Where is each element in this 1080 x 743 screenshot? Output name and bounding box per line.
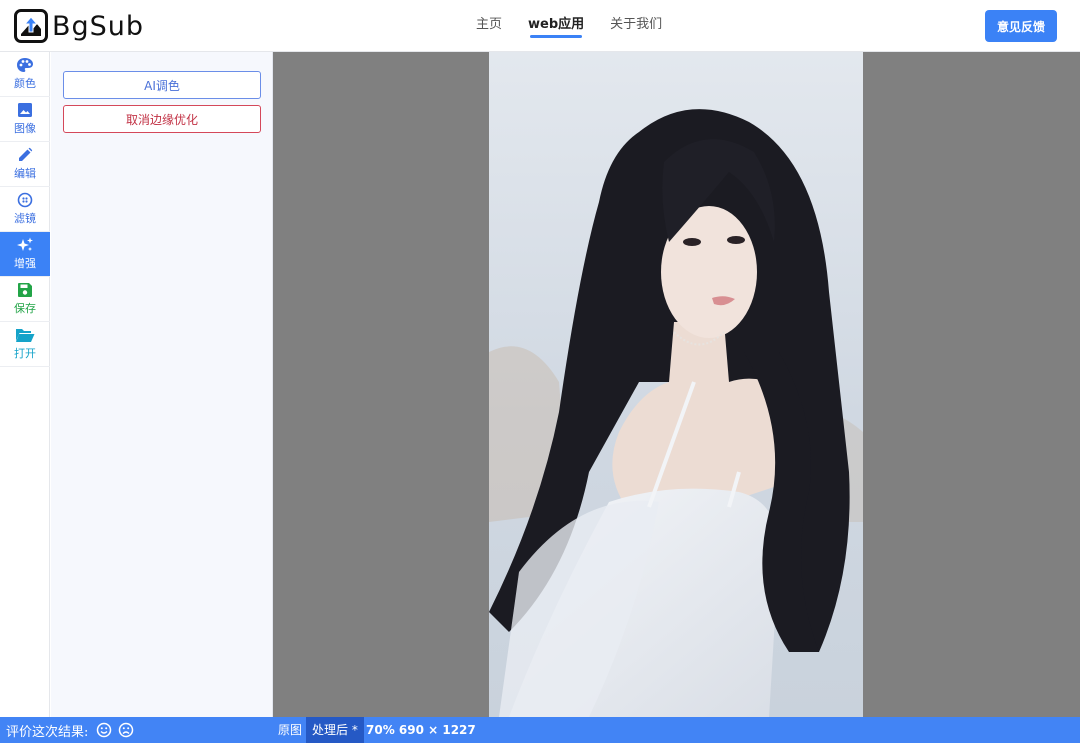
cancel-edge-optimization-button[interactable]: 取消边缘优化 [63,105,261,133]
sad-face-icon[interactable] [118,722,134,738]
tool-open[interactable]: 打开 [0,322,50,367]
tool-edit-label: 编辑 [14,167,36,180]
ai-color-button[interactable]: AI调色 [63,71,261,99]
pencil-icon [19,147,33,161]
header: BgSub 主页 web应用 关于我们 意见反馈 [0,0,1080,52]
tool-color[interactable]: 颜色 [0,52,50,97]
options-panel: AI调色 取消边缘优化 [51,52,273,717]
tool-save-label: 保存 [14,302,36,315]
image-canvas[interactable] [273,52,1080,717]
tool-enhance[interactable]: 增强 [0,232,50,277]
logo-text: BgSub [52,10,145,42]
photo-illustration [489,52,863,717]
edited-photo[interactable] [489,52,863,717]
tool-image-label: 图像 [14,122,36,135]
tool-color-label: 颜色 [14,77,36,90]
happy-face-icon[interactable] [96,722,112,738]
nav-about[interactable]: 关于我们 [610,0,662,52]
tool-save[interactable]: 保存 [0,277,50,322]
view-original-tab[interactable]: 原图 [278,717,302,743]
filter-icon [17,192,33,208]
image-icon [18,103,32,117]
tool-enhance-label: 增强 [14,257,36,270]
tool-open-label: 打开 [14,347,36,360]
tool-filter-label: 滤镜 [14,212,36,225]
tool-image[interactable]: 图像 [0,97,50,142]
feedback-button[interactable]: 意见反馈 [985,10,1057,42]
tool-filter[interactable]: 滤镜 [0,187,50,232]
sparkles-icon [17,237,33,251]
logo[interactable]: BgSub [14,8,144,44]
folder-open-icon [16,329,35,342]
rating-group: 评价这次结果: [6,717,134,743]
tool-sidebar: 颜色 图像 编辑 滤镜 增强 保存 打开 [0,52,50,717]
save-icon [18,283,32,297]
logo-icon [14,9,48,43]
main-nav: 主页 web应用 关于我们 [476,0,688,52]
tool-edit[interactable]: 编辑 [0,142,50,187]
status-bar: 评价这次结果: 原图 处理后 * 70% 690 × 1227 [0,717,1080,743]
rating-label: 评价这次结果: [6,724,89,740]
nav-web-app[interactable]: web应用 [528,0,584,52]
nav-home[interactable]: 主页 [476,0,502,52]
zoom-dimensions-readout: 70% 690 × 1227 [366,723,476,737]
palette-icon [17,58,33,72]
view-processed-tab[interactable]: 处理后 * [306,717,364,743]
